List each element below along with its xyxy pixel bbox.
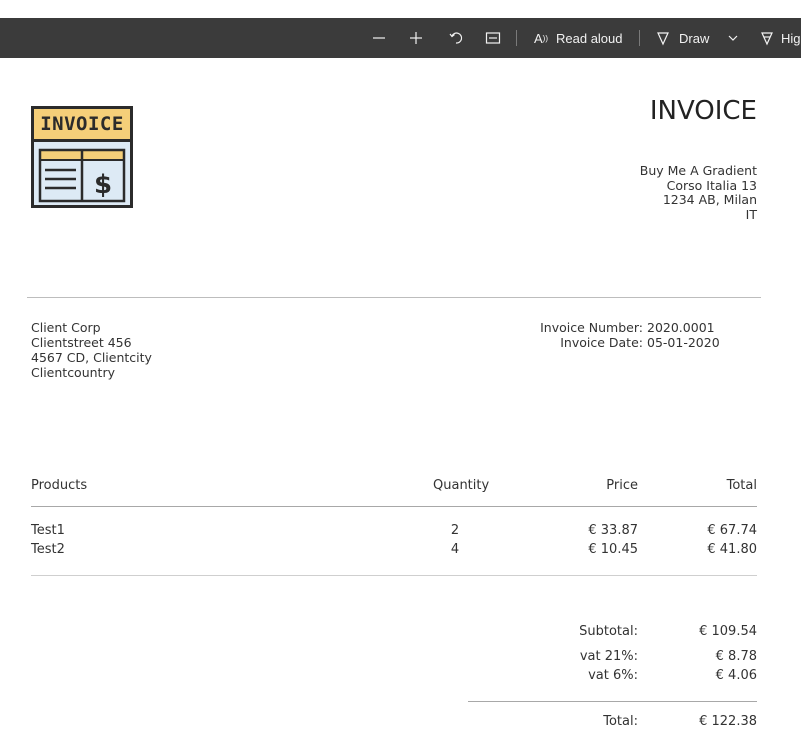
- logo-text: INVOICE: [40, 113, 124, 135]
- pdf-toolbar: A)) Read aloud Draw Hig: [0, 18, 801, 58]
- seller-street: Corso Italia 13: [666, 177, 757, 193]
- subtotal-label: Subtotal:: [579, 624, 638, 639]
- draw-label: Draw: [679, 30, 710, 46]
- table-header-divider: [31, 506, 757, 507]
- seller-name: Buy Me A Gradient: [639, 163, 757, 178]
- invoice-title: INVOICE: [649, 96, 757, 126]
- invoice-meta: Invoice Number: 2020.0001 Invoice Date: …: [520, 320, 720, 350]
- chevron-down-icon: [724, 29, 742, 47]
- total-label: Total:: [603, 714, 638, 729]
- header-products: Products: [31, 478, 88, 493]
- fit-page-button[interactable]: [484, 18, 502, 58]
- highlight-button[interactable]: Hig: [758, 18, 801, 58]
- invoice-date-label: Invoice Date:: [560, 335, 643, 350]
- toolbar-divider: [639, 30, 640, 46]
- client-street: Clientstreet 456: [31, 335, 132, 350]
- zoom-out-icon: [370, 29, 388, 47]
- header-divider: [27, 297, 761, 298]
- invoice-number-row: Invoice Number: 2020.0001: [520, 320, 720, 335]
- row-price: € 10.45: [588, 542, 638, 557]
- vat21-label: vat 21%:: [579, 649, 638, 664]
- seller-country: IT: [745, 206, 757, 222]
- zoom-in-icon: [407, 29, 425, 47]
- subtotal-value: € 109.54: [699, 624, 757, 639]
- seller-city: 1234 AB, Milan: [662, 192, 757, 207]
- row-quantity: 2: [450, 523, 460, 538]
- header-price: Price: [606, 478, 638, 493]
- row-product: Test1: [31, 523, 65, 538]
- invoice-date-row: Invoice Date: 05-01-2020: [520, 335, 720, 350]
- client-name: Client Corp: [31, 320, 101, 335]
- svg-text:$: $: [94, 170, 112, 200]
- fit-page-icon: [484, 29, 502, 47]
- highlight-label: Hig: [781, 30, 801, 46]
- invoice-number-label: Invoice Number:: [540, 320, 643, 335]
- rotate-button[interactable]: [447, 18, 465, 58]
- zoom-in-button[interactable]: [407, 18, 425, 58]
- vat6-label: vat 6%:: [588, 668, 638, 683]
- draw-button[interactable]: Draw: [654, 18, 709, 58]
- rotate-icon: [447, 29, 465, 47]
- row-price: € 33.87: [588, 523, 638, 538]
- draw-options-button[interactable]: [724, 18, 742, 58]
- invoice-logo: $ INVOICE: [31, 106, 133, 208]
- table-body-divider: [31, 575, 757, 576]
- invoice-number-value: 2020.0001: [647, 320, 715, 335]
- client-city: 4567 CD, Clientcity: [31, 350, 152, 365]
- zoom-out-button[interactable]: [370, 18, 388, 58]
- read-aloud-label: Read aloud: [556, 30, 623, 46]
- seller-address: Buy Me A Gradient Corso Italia 13 1234 A…: [639, 163, 757, 222]
- total-value: € 122.38: [699, 714, 757, 729]
- vat21-value: € 8.78: [715, 649, 757, 664]
- row-total: € 67.74: [707, 523, 757, 538]
- client-address: Client Corp Clientstreet 456 4567 CD, Cl…: [31, 320, 152, 380]
- row-product: Test2: [31, 542, 65, 557]
- read-aloud-button[interactable]: A)) Read aloud: [532, 18, 623, 58]
- row-total: € 41.80: [707, 542, 757, 557]
- header-total: Total: [726, 478, 757, 493]
- totals-divider: [468, 701, 757, 702]
- read-aloud-icon: A)): [534, 30, 548, 46]
- header-quantity: Quantity: [433, 478, 490, 493]
- invoice-date-value: 05-01-2020: [647, 335, 720, 350]
- highlight-icon: [758, 29, 776, 47]
- client-country: Clientcountry: [31, 365, 115, 380]
- vat6-value: € 4.06: [715, 668, 757, 683]
- toolbar-divider: [516, 30, 517, 46]
- draw-icon: [654, 29, 672, 47]
- row-quantity: 4: [450, 542, 460, 557]
